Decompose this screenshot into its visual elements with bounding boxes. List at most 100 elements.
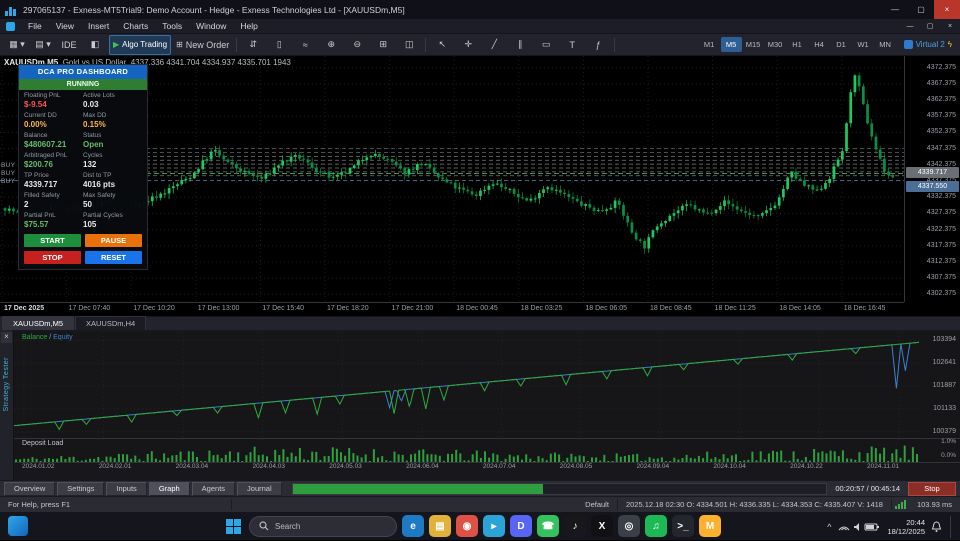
channel-button[interactable]: ∥ <box>508 36 532 54</box>
search-input[interactable]: Search <box>249 516 397 537</box>
tester-tab-graph[interactable]: Graph <box>149 482 190 496</box>
taskbar-app-folder[interactable]: ▤ <box>429 515 451 537</box>
taskbar-app-obs[interactable]: ◎ <box>618 515 640 537</box>
tester-tab-journal[interactable]: Journal <box>237 482 282 496</box>
price-label: 4307.375 <box>927 274 956 281</box>
stop-test-button[interactable]: Stop <box>908 482 956 496</box>
taskbar-app-tiktok[interactable]: ♪ <box>564 515 586 537</box>
chart-ohlcv: 4337.336 4341.704 4334.937 4335.701 1943 <box>131 58 291 67</box>
taskbar-app-discord[interactable]: D <box>510 515 532 537</box>
dashboard-field-label: Balance <box>24 132 83 139</box>
text-label-button[interactable]: T <box>560 36 584 54</box>
tile-windows-button[interactable]: ◫ <box>397 36 421 54</box>
notifications-bell-icon[interactable] <box>931 521 942 533</box>
maximize-button[interactable]: ▢ <box>908 0 934 19</box>
show-desktop-strip[interactable] <box>950 516 954 538</box>
chart-tab-xauusdm-h4[interactable]: XAUUSDm,H4 <box>75 316 146 330</box>
timeframe-w1[interactable]: W1 <box>853 37 874 52</box>
tester-x-label: 2024.04.03 <box>252 463 285 470</box>
tester-tab-settings[interactable]: Settings <box>57 482 104 496</box>
progress-fill <box>293 484 544 494</box>
profile-name[interactable]: Default <box>577 499 618 510</box>
taskbar-app-mt5[interactable]: M <box>699 515 721 537</box>
timeframe-d1[interactable]: D1 <box>831 37 852 52</box>
tester-y-label: 102641 <box>933 359 956 366</box>
child-minimize-button[interactable]: — <box>900 19 920 33</box>
bar-chart-button[interactable]: ⇵ <box>241 36 265 54</box>
ide-button-label: IDE <box>61 40 76 50</box>
shapes-button[interactable]: ▭ <box>534 36 558 54</box>
tray-chevron-icon[interactable]: ^ <box>827 522 831 532</box>
tester-tab-inputs[interactable]: Inputs <box>106 482 146 496</box>
tester-tab-overview[interactable]: Overview <box>4 482 55 496</box>
tester-tab-agents[interactable]: Agents <box>192 482 235 496</box>
menu-file[interactable]: File <box>21 19 49 33</box>
timeframe-h1[interactable]: H1 <box>787 37 808 52</box>
metaeditor-button[interactable]: ◧ <box>83 36 107 54</box>
widgets-icon[interactable] <box>8 516 28 536</box>
pause-button[interactable]: PAUSE <box>85 234 142 247</box>
reset-button[interactable]: RESET <box>85 251 142 264</box>
taskbar-app-telegram[interactable]: ▸ <box>483 515 505 537</box>
close-button[interactable]: × <box>934 0 960 19</box>
chart-window[interactable]: XAUUSDm,M5 Gold vs US Dollar 4337.336 43… <box>0 56 960 316</box>
algo-trading-button[interactable]: ▶Algo Trading <box>109 35 171 55</box>
close-tester-button[interactable]: × <box>1 332 12 343</box>
menu-charts[interactable]: Charts <box>116 19 155 33</box>
timeframe-m30[interactable]: M30 <box>765 37 786 52</box>
dashboard-row: Partial PnL$75.57Partial Cycles105 <box>19 210 147 230</box>
taskbar-app-x[interactable]: X <box>591 515 613 537</box>
new-chart-button[interactable]: ▦ ▾ <box>5 36 29 54</box>
start-button-windows[interactable] <box>222 515 244 537</box>
start-button[interactable]: START <box>24 234 81 247</box>
new-order-button[interactable]: ⊞New Order <box>173 36 232 54</box>
child-restore-button[interactable]: ▢ <box>920 19 940 33</box>
line-chart-button[interactable]: ≈ <box>293 36 317 54</box>
tester-graph-area[interactable]: Balance / Equity Deposit Load 1.0% 0.0% … <box>14 330 960 480</box>
timeframe-mn[interactable]: MN <box>875 37 896 52</box>
zoom-out-button[interactable]: ⊖ <box>345 36 369 54</box>
dashboard-field-label: Partial PnL <box>24 212 83 219</box>
time-axis[interactable]: 17 Dec 202517 Dec 07:4017 Dec 10:2017 De… <box>0 302 904 316</box>
tray-system-icons[interactable] <box>837 521 881 533</box>
indicators-button[interactable]: ƒ <box>586 36 610 54</box>
price-axis[interactable]: 4372.3754367.3754362.3754357.3754352.375… <box>904 56 960 302</box>
tester-tab-bar: OverviewSettingsInputsGraphAgentsJournal… <box>0 480 960 496</box>
minimize-button[interactable]: — <box>882 0 908 19</box>
cursor-button[interactable]: ↖ <box>430 36 454 54</box>
stop-button[interactable]: STOP <box>24 251 81 264</box>
menu-help[interactable]: Help <box>233 19 264 33</box>
profiles-button[interactable]: ▤ ▾ <box>31 36 55 54</box>
trendline-button[interactable]: ╱ <box>482 36 506 54</box>
dashboard-field-label: Arbitraged PnL <box>24 152 83 159</box>
virtual-hosting-button[interactable]: Virtual 2 ϟ <box>900 40 956 49</box>
zoom-in-button[interactable]: ⊕ <box>319 36 343 54</box>
dashboard-field-value: 4339.717 <box>24 180 83 189</box>
menu-view[interactable]: View <box>49 19 81 33</box>
tester-x-label: 2024.08.05 <box>560 463 593 470</box>
candle-chart-button[interactable]: ▯ <box>267 36 291 54</box>
crosshair-button[interactable]: ✛ <box>456 36 480 54</box>
taskbar-app-edge[interactable]: e <box>402 515 424 537</box>
child-close-button[interactable]: × <box>940 19 960 33</box>
timeframe-h4[interactable]: H4 <box>809 37 830 52</box>
taskbar-app-spotify[interactable]: ♫ <box>645 515 667 537</box>
timeframe-m1[interactable]: M1 <box>699 37 720 52</box>
time-label: 17 Dec 18:20 <box>327 305 369 312</box>
timeframe-m15[interactable]: M15 <box>743 37 764 52</box>
taskbar-clock[interactable]: 20:44 18/12/2025 <box>887 518 925 536</box>
chart-tab-xauusdm-m5[interactable]: XAUUSDm,M5 <box>2 316 74 330</box>
taskbar-app-terminal[interactable]: >_ <box>672 515 694 537</box>
taskbar-app-chrome[interactable]: ◉ <box>456 515 478 537</box>
ide-button[interactable]: IDE <box>57 36 81 54</box>
menu-window[interactable]: Window <box>189 19 233 33</box>
taskbar-app-whatsapp[interactable]: ☎ <box>537 515 559 537</box>
timeframe-m5[interactable]: M5 <box>721 37 742 52</box>
menu-tools[interactable]: Tools <box>155 19 189 33</box>
menu-insert[interactable]: Insert <box>81 19 116 33</box>
grid-button[interactable]: ⊞ <box>371 36 395 54</box>
legend-balance: Balance <box>22 334 47 341</box>
dashboard-row: Arbitraged PnL$200.76Cycles132 <box>19 150 147 170</box>
buy-order-marker: BUY <box>1 178 15 185</box>
virtual-hosting-icon <box>904 40 913 49</box>
